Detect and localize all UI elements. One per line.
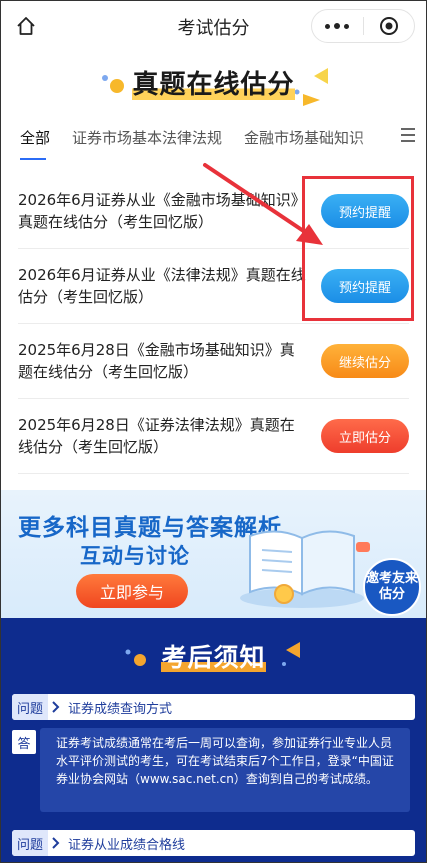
banner-title: 真题在线估分	[132, 70, 295, 100]
tab-financial-market[interactable]: 金融市场基础知识	[244, 127, 364, 148]
tab-all[interactable]: 全部	[20, 127, 50, 160]
menu-icon[interactable]	[401, 128, 415, 142]
exam-title[interactable]: 2026年6月证券从业《金融市场基础知识》真题在线估分（考生回忆版）	[18, 189, 321, 233]
answer-text: 证券考试成绩通常在考后一周可以查询，参加证券行业专业人员水平评价测试的考生，可在…	[40, 728, 410, 812]
highlight-box	[302, 176, 414, 321]
exam-title[interactable]: 2025年6月28日《证券法律法规》真题在线估分（考生回忆版）	[18, 414, 321, 458]
chevron-right-icon	[52, 837, 60, 849]
notice-title: 考后须知	[161, 643, 266, 672]
join-button[interactable]: 立即参与	[76, 574, 188, 608]
promo-banner[interactable]: 更多科目真题与答案解析 互动与讨论 立即参与 邀考友来估分	[0, 490, 427, 618]
question-tag: 问题	[12, 694, 48, 720]
chevron-right-icon	[52, 701, 60, 713]
question-bar[interactable]: 问题 证券从业成绩合格线	[12, 830, 415, 856]
exam-title[interactable]: 2025年6月28日《金融市场基础知识》真题在线估分（考生回忆版）	[18, 339, 321, 383]
question-tag: 问题	[12, 830, 48, 856]
list-item: 2025年6月28日《金融市场基础知识》真题在线估分（考生回忆版） 继续估分	[18, 324, 409, 399]
list-item: 2025年6月28日《证券法律法规》真题在线估分（考生回忆版） 立即估分	[18, 399, 409, 474]
continue-estimate-button[interactable]: 继续估分	[321, 344, 409, 378]
start-estimate-button[interactable]: 立即估分	[321, 419, 409, 453]
question-text: 证券从业成绩合格线	[68, 837, 186, 853]
question-text: 证券成绩查询方式	[68, 701, 173, 717]
tab-securities-law[interactable]: 证券市场基本法律法规	[72, 127, 222, 148]
question-bar[interactable]: 问题 证券成绩查询方式	[12, 694, 415, 720]
notice-section: 考后须知 问题 证券成绩查询方式 答 证券考试成绩通常在考后一周可以查询，参加证…	[0, 618, 427, 863]
exam-title[interactable]: 2026年6月证券从业《法律法规》真题在线估分（考生回忆版）	[18, 264, 321, 308]
more-icon[interactable]	[312, 23, 363, 29]
invite-friends-badge[interactable]: 邀考友来估分	[363, 558, 421, 616]
title-banner: 真题在线估分	[0, 54, 427, 112]
close-target-icon[interactable]	[364, 16, 415, 36]
book-illustration	[240, 530, 370, 608]
answer-tag: 答	[12, 730, 36, 754]
miniprogram-capsule	[311, 9, 415, 43]
nav-header: 考试估分	[0, 0, 427, 54]
category-tabs: 全部 证券市场基本法律法规 金融市场基础知识	[0, 112, 427, 162]
promo-subline: 互动与讨论	[80, 544, 190, 568]
